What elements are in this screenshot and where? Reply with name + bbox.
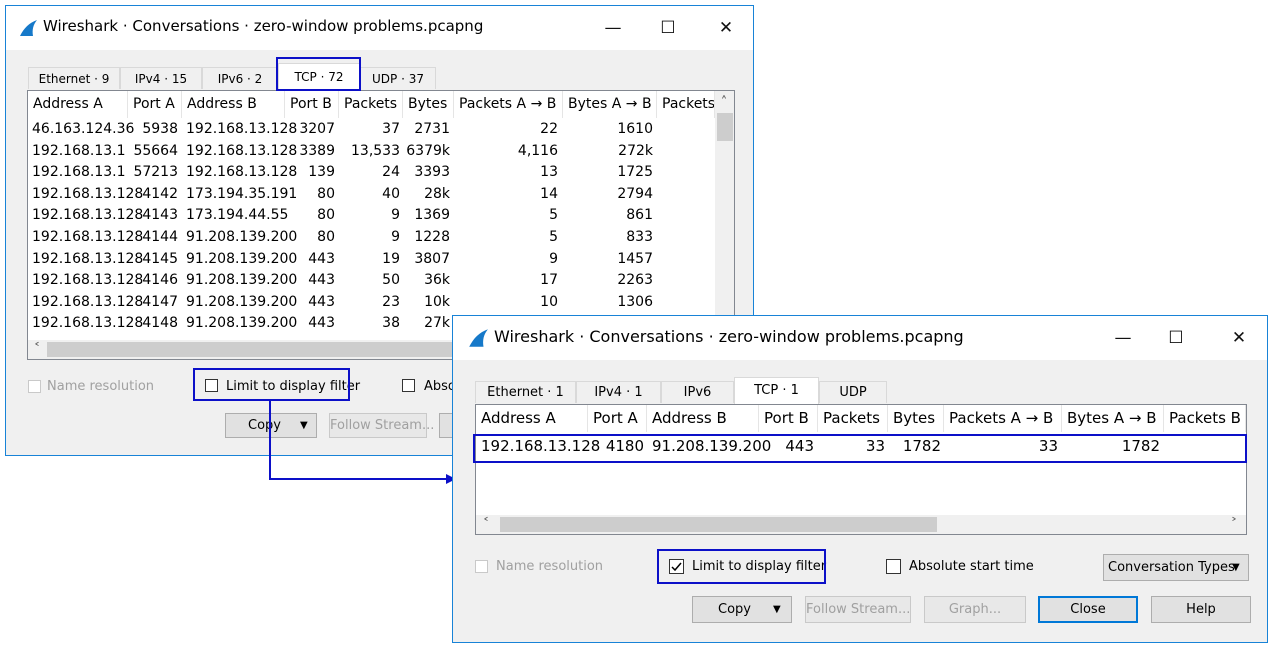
column-address-b[interactable]: Address B (647, 405, 759, 432)
wireshark-fin-icon (467, 328, 489, 352)
absolute-start-label: Absolute start time (909, 559, 1034, 574)
scroll-left-icon[interactable]: ˂ (478, 516, 494, 533)
dropdown-arrow-icon: ▼ (1232, 562, 1240, 573)
window-title: Wireshark · Conversations · zero-window … (494, 327, 964, 346)
column-port-b[interactable]: Port B (759, 405, 818, 432)
help-button[interactable]: Help (1151, 596, 1251, 623)
tab-ipv6[interactable]: IPv6 (661, 381, 734, 403)
follow-stream-button[interactable]: Follow Stream... (805, 596, 911, 623)
maximize-icon[interactable]: ☐ (1153, 316, 1199, 360)
tab-ipv4[interactable]: IPv4 · 1 (576, 381, 661, 403)
minimize-icon[interactable]: — (1100, 316, 1146, 360)
column-bytes[interactable]: Bytes (888, 405, 944, 432)
tab-udp[interactable]: UDP (819, 381, 887, 403)
column-bytes-a-b[interactable]: Bytes A → B (1062, 405, 1164, 432)
column-packets[interactable]: Packets (818, 405, 888, 432)
copy-button[interactable]: Copy ▼ (692, 596, 792, 623)
absolute-start-checkbox[interactable] (886, 559, 901, 574)
tab-ethernet[interactable]: Ethernet · 1 (475, 381, 576, 403)
conversations-window-front: Wireshark · Conversations · zero-window … (452, 315, 1268, 643)
highlight-result-row (473, 434, 1247, 463)
conversation-table: ^ Address A Port A Address B Port B Packe… (475, 404, 1247, 535)
sort-ascending-icon: ^ (530, 405, 539, 411)
graph-button[interactable]: Graph... (924, 596, 1026, 623)
column-packets-b[interactable]: Packets B (1164, 405, 1246, 432)
close-icon[interactable]: ✕ (1216, 316, 1262, 360)
name-resolution-label: Name resolution (496, 559, 604, 574)
conversation-types-button[interactable]: Conversation Types ▼ (1103, 554, 1249, 581)
name-resolution-checkbox[interactable] (475, 560, 488, 573)
scroll-right-icon[interactable]: ˃ (1226, 516, 1242, 533)
title-bar: Wireshark · Conversations · zero-window … (453, 316, 1267, 360)
close-button[interactable]: Close (1038, 596, 1138, 623)
column-port-a[interactable]: Port A (588, 405, 647, 432)
column-address-a[interactable]: ^ Address A (476, 405, 588, 432)
scroll-thumb[interactable] (500, 517, 937, 532)
dropdown-arrow-icon: ▼ (773, 604, 781, 615)
highlight-limit-filter-checked (657, 549, 826, 584)
column-packets-a-b[interactable]: Packets A → B (944, 405, 1062, 432)
tab-tcp[interactable]: TCP · 1 (734, 377, 819, 404)
horizontal-scrollbar[interactable]: ˂ ˃ (476, 515, 1246, 534)
